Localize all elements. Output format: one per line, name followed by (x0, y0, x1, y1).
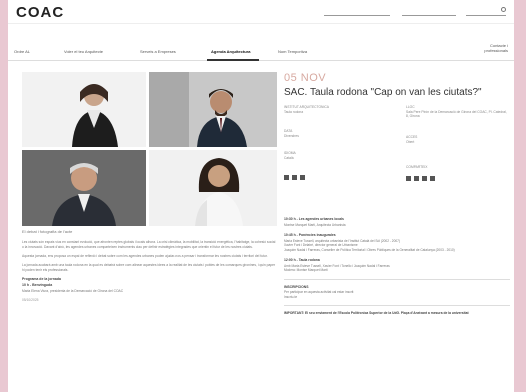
main-nav: Ordre AL Voler el teu Arquitecte Serveis… (8, 43, 514, 61)
meta-type-value: Taula rodona (284, 109, 304, 114)
nav-item-agenda[interactable]: Agenda Arquitectura (211, 49, 250, 54)
nav-active-indicator (207, 59, 259, 61)
meta-type: INSTITUT ARQUITECTONICA Taula rodona (284, 105, 384, 114)
event-meta: INSTITUT ARQUITECTONICA Taula rodona LLO… (284, 105, 510, 187)
program-time: 10:30 h - Les agendes urbanes locals (284, 217, 344, 221)
photo-grid (22, 72, 277, 226)
photo-speaker-man-2 (22, 150, 146, 226)
event-date: 05 NOV (284, 72, 327, 84)
photo-speaker-woman-2 (149, 150, 277, 226)
meta-access-value: Obert (406, 139, 415, 144)
meta-share: COMPARTEIX (406, 165, 506, 170)
nav-item-1[interactable]: Ordre AL (14, 49, 30, 54)
nav-item-5[interactable]: Nom Temporitza (278, 49, 307, 54)
program-line: Modera: Montse Marquet Marti (284, 268, 328, 272)
program-label: Programa de la jornada (22, 277, 61, 281)
photo-speaker-woman-1 (22, 72, 146, 147)
meta-language: IDIOMA Català (284, 151, 384, 160)
social-share (406, 176, 435, 181)
photo-speaker-man-1 (149, 72, 277, 147)
divider (284, 278, 510, 280)
facebook-icon[interactable] (406, 176, 411, 181)
program-block-2: 10:45 h - Ponències inaugurales Maria Es… (284, 233, 510, 252)
footer-date: 05/10/2025 (22, 298, 39, 302)
important-notice: IMPORTANT: El seu enviament de l'Escola … (284, 311, 469, 315)
registration-heading: INSCRIPCIONS (284, 284, 309, 289)
page: COAC Ordre AL Voler el teu Arquitecte Se… (8, 0, 514, 392)
print-icon[interactable] (292, 175, 297, 180)
program-first-detail: Maria Elena Viura, presidenta de la Dema… (22, 289, 124, 293)
meta-date: DATA Divendres (284, 129, 384, 138)
linkedin-icon[interactable] (422, 176, 427, 181)
description-paragraph-1: Les ciutats són espais vius en constant … (22, 240, 276, 249)
search-input[interactable] (466, 6, 506, 16)
program-block-3: 12:00 h - Taula rodona Amb Maria Esteve … (284, 258, 510, 273)
nav-item-3[interactable]: Serveis a Empreses (140, 49, 176, 54)
calendar-icon[interactable] (284, 175, 289, 180)
nav-item-2[interactable]: Voler el teu Arquitecte (64, 49, 103, 54)
meta-location-value: Sala Pere Pirón de la Demarcació de Giro… (406, 109, 507, 119)
program-time: 12:00 h - Taula rodona (284, 258, 320, 262)
download-icon[interactable] (300, 175, 305, 180)
search-field-2[interactable] (402, 6, 456, 16)
event-title: SAC. Taula rodona "Cap on van les ciutat… (284, 87, 482, 98)
meta-share-label: COMPARTEIX (406, 165, 428, 169)
search-icon[interactable] (501, 7, 506, 12)
program-line: Joaquim Nadal i Farreras, Conseller de P… (284, 247, 455, 252)
program-list: 10:30 h - Les agendes urbanes locals Mon… (284, 217, 510, 315)
top-bar: COAC (8, 0, 514, 24)
program-line: Montse Marquet Marti, Arquitecta Urbanis… (284, 222, 346, 227)
calendar-actions (284, 175, 305, 180)
meta-location: LLOC Sala Pere Pirón de la Demarcació de… (406, 105, 510, 119)
event-details: 05 NOV SAC. Taula rodona "Cap on van les… (284, 72, 510, 315)
meta-access: ACCES Obert (406, 135, 506, 144)
program-first-item: 10 h - Benvinguda (22, 283, 53, 287)
registration-link[interactable]: Inscriu-te (284, 295, 510, 300)
meta-language-value: Català (284, 155, 294, 160)
twitter-icon[interactable] (414, 176, 419, 181)
search-field-1[interactable] (324, 6, 390, 16)
nav-extra-link[interactable]: Contacte i professionals (468, 43, 508, 53)
description-paragraph-3: La jornada acabarà amb una taula rodona … (22, 263, 276, 272)
registration-block: INSCRIPCIONS Per participar en aquesta a… (284, 285, 510, 300)
program-time: 10:45 h - Ponències inaugurales (284, 233, 336, 237)
email-icon[interactable] (430, 176, 435, 181)
logo[interactable]: COAC (16, 4, 64, 21)
photo-caption: El debat i fotografia de l'acte (22, 229, 73, 234)
program-block-1: 10:30 h - Les agendes urbanes locals Mon… (284, 217, 510, 227)
meta-date-value: Divendres (284, 133, 299, 138)
divider (284, 305, 510, 306)
event-description: Les ciutats són espais vius en constant … (22, 240, 277, 302)
description-paragraph-2: Aquesta jornada, ens proposa un espai de… (22, 254, 268, 258)
